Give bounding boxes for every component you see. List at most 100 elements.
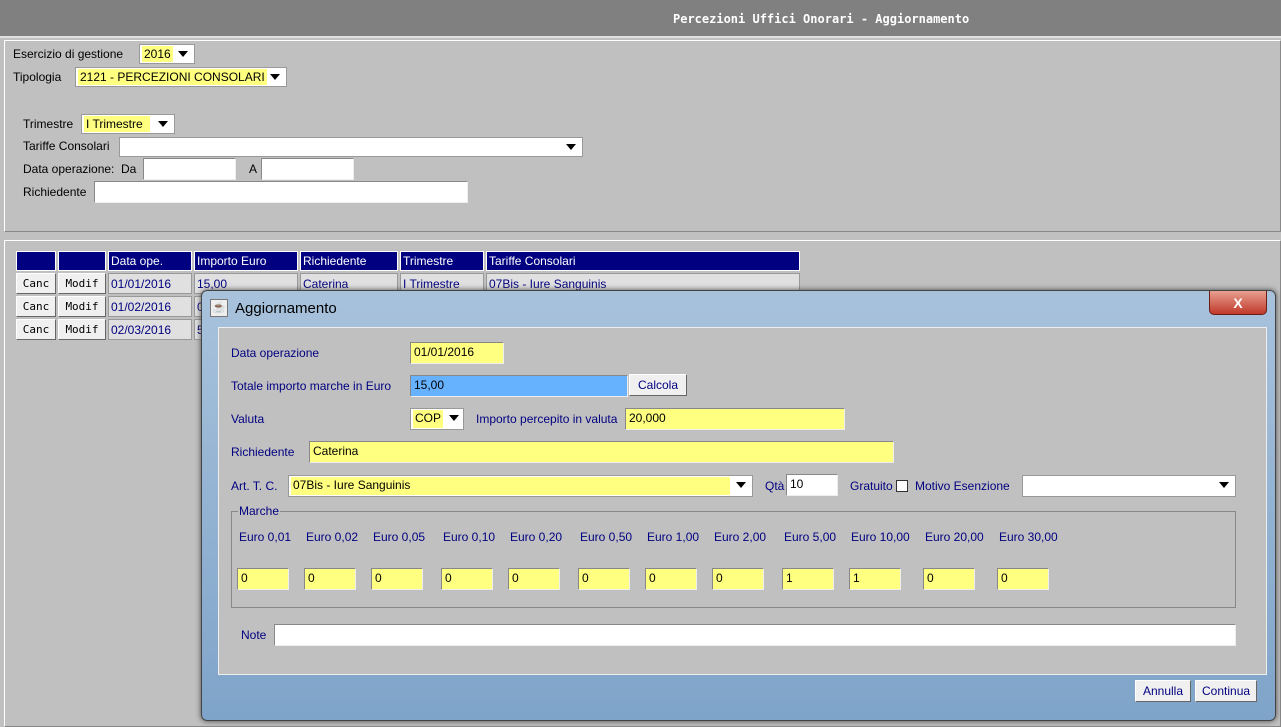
- marche-group: Marche Euro 0,01 0 Euro 0,02 0 Euro 0,05 0 Eur…: [231, 504, 1236, 608]
- da-label: Da: [121, 162, 137, 176]
- data-operazione-input[interactable]: 01/01/2016: [410, 342, 504, 364]
- modif-button[interactable]: Modif: [58, 296, 106, 317]
- importo-label: Importo percepito in valuta: [476, 412, 618, 426]
- marca-label: Euro 1,00: [647, 530, 700, 544]
- marca-input[interactable]: 1: [849, 568, 901, 590]
- data-operazione-label: Data operazione: [231, 346, 320, 360]
- art-tc-label: Art. T. C.: [231, 479, 278, 493]
- valuta-select[interactable]: COP: [410, 408, 464, 430]
- annulla-button[interactable]: Annulla: [1135, 680, 1191, 702]
- close-button[interactable]: X: [1209, 291, 1267, 315]
- cell-data: 02/03/2016: [108, 319, 192, 340]
- importo-input[interactable]: 20,000: [625, 408, 845, 430]
- note-label: Note: [241, 628, 267, 642]
- col-header: Importo Euro: [194, 251, 298, 271]
- window-title: Percezioni Uffici Onorari - Aggiornament…: [673, 12, 970, 26]
- trimestre-label: Trimestre: [23, 117, 74, 131]
- marca-input[interactable]: 0: [237, 568, 289, 590]
- marca-input[interactable]: 0: [645, 568, 697, 590]
- col-header: [58, 251, 106, 271]
- marca-input[interactable]: 0: [441, 568, 493, 590]
- chevron-down-icon: [178, 51, 188, 57]
- richiedente-input[interactable]: Caterina: [309, 441, 894, 463]
- marca-label: Euro 2,00: [714, 530, 767, 544]
- qta-label: Qtà: [765, 479, 785, 493]
- tipologia-select[interactable]: 2121 - PERCEZIONI CONSOLARI: [75, 67, 287, 87]
- marca-input[interactable]: 0: [508, 568, 560, 590]
- richiedente-input[interactable]: [94, 181, 468, 203]
- totale-label: Totale importo marche in Euro: [231, 379, 392, 393]
- esercizio-value: 2016: [142, 46, 173, 62]
- filter-panel: Esercizio di gestione 2016 Tipologia 212…: [4, 40, 1281, 232]
- aggiornamento-dialog: ☕ Aggiornamento X Data operazione 01/01/…: [201, 290, 1276, 721]
- da-input[interactable]: [143, 158, 236, 180]
- motivo-select[interactable]: [1022, 475, 1236, 497]
- tipologia-label: Tipologia: [13, 70, 62, 84]
- gratuito-checkbox[interactable]: [896, 480, 908, 492]
- java-icon: ☕: [210, 299, 228, 317]
- trimestre-select[interactable]: I Trimestre: [81, 114, 175, 134]
- valuta-label: Valuta: [231, 412, 265, 426]
- dialog-content: Data operazione 01/01/2016 Totale import…: [218, 327, 1267, 675]
- marca-label: Euro 30,00: [999, 530, 1058, 544]
- marca-input[interactable]: 0: [578, 568, 630, 590]
- marca-label: Euro 0,20: [510, 530, 563, 544]
- note-input[interactable]: [274, 624, 1236, 646]
- dialog-title: Aggiornamento: [235, 300, 337, 317]
- art-tc-value: 07Bis - Iure Sanguinis: [291, 477, 730, 495]
- marca-label: Euro 0,02: [306, 530, 359, 544]
- cell-data: 01/02/2016: [108, 296, 192, 317]
- art-tc-select[interactable]: 07Bis - Iure Sanguinis: [288, 475, 753, 497]
- table-header: Data ope. Importo Euro Richiedente Trime…: [16, 251, 800, 271]
- chevron-down-icon: [158, 121, 168, 127]
- marche-label: Marche: [239, 504, 280, 518]
- marca-label: Euro 20,00: [925, 530, 984, 544]
- continua-button[interactable]: Continua: [1195, 680, 1257, 702]
- modif-button[interactable]: Modif: [58, 319, 106, 340]
- chevron-down-icon: [1219, 482, 1229, 488]
- totale-input[interactable]: 15,00: [410, 375, 628, 397]
- col-header: Tariffe Consolari: [486, 251, 800, 271]
- marca-label: Euro 0,05: [373, 530, 426, 544]
- a-label: A: [249, 162, 258, 176]
- canc-button[interactable]: Canc: [16, 273, 56, 294]
- marca-label: Euro 5,00: [784, 530, 837, 544]
- canc-button[interactable]: Canc: [16, 319, 56, 340]
- marca-input[interactable]: 1: [782, 568, 834, 590]
- col-header: Trimestre: [400, 251, 484, 271]
- valuta-value: COP: [413, 410, 444, 428]
- marca-input[interactable]: 0: [304, 568, 356, 590]
- data-operazione-label: Data operazione:: [23, 162, 115, 176]
- marca-label: Euro 0,01: [239, 530, 292, 544]
- marca-input[interactable]: 0: [997, 568, 1049, 590]
- col-header: [16, 251, 56, 271]
- richiedente-label: Richiedente: [23, 185, 87, 199]
- window-title-bar: Percezioni Uffici Onorari - Aggiornament…: [0, 0, 1281, 38]
- marca-label: Euro 0,10: [443, 530, 496, 544]
- motivo-label: Motivo Esenzione: [915, 479, 1010, 493]
- chevron-down-icon: [566, 144, 576, 150]
- tariffe-label: Tariffe Consolari: [23, 139, 110, 153]
- esercizio-select[interactable]: 2016: [139, 44, 195, 64]
- qta-input[interactable]: 10: [786, 474, 838, 496]
- marca-label: Euro 0,50: [580, 530, 633, 544]
- marca-input[interactable]: 0: [371, 568, 423, 590]
- a-input[interactable]: [261, 158, 354, 180]
- canc-button[interactable]: Canc: [16, 296, 56, 317]
- modif-button[interactable]: Modif: [58, 273, 106, 294]
- esercizio-label: Esercizio di gestione: [13, 47, 124, 61]
- marca-input[interactable]: 0: [712, 568, 764, 590]
- marca-input[interactable]: 0: [923, 568, 975, 590]
- tariffe-select[interactable]: [119, 137, 583, 157]
- col-header: Richiedente: [300, 251, 398, 271]
- richiedente-label: Richiedente: [231, 445, 295, 459]
- chevron-down-icon: [449, 415, 459, 421]
- calcola-button[interactable]: Calcola: [629, 374, 687, 396]
- marca-label: Euro 10,00: [851, 530, 910, 544]
- cell-data: 01/01/2016: [108, 273, 192, 294]
- trimestre-value: I Trimestre: [84, 116, 150, 132]
- chevron-down-icon: [270, 74, 280, 80]
- gratuito-label: Gratuito: [850, 479, 893, 493]
- tipologia-value: 2121 - PERCEZIONI CONSOLARI: [78, 69, 267, 85]
- chevron-down-icon: [736, 482, 746, 488]
